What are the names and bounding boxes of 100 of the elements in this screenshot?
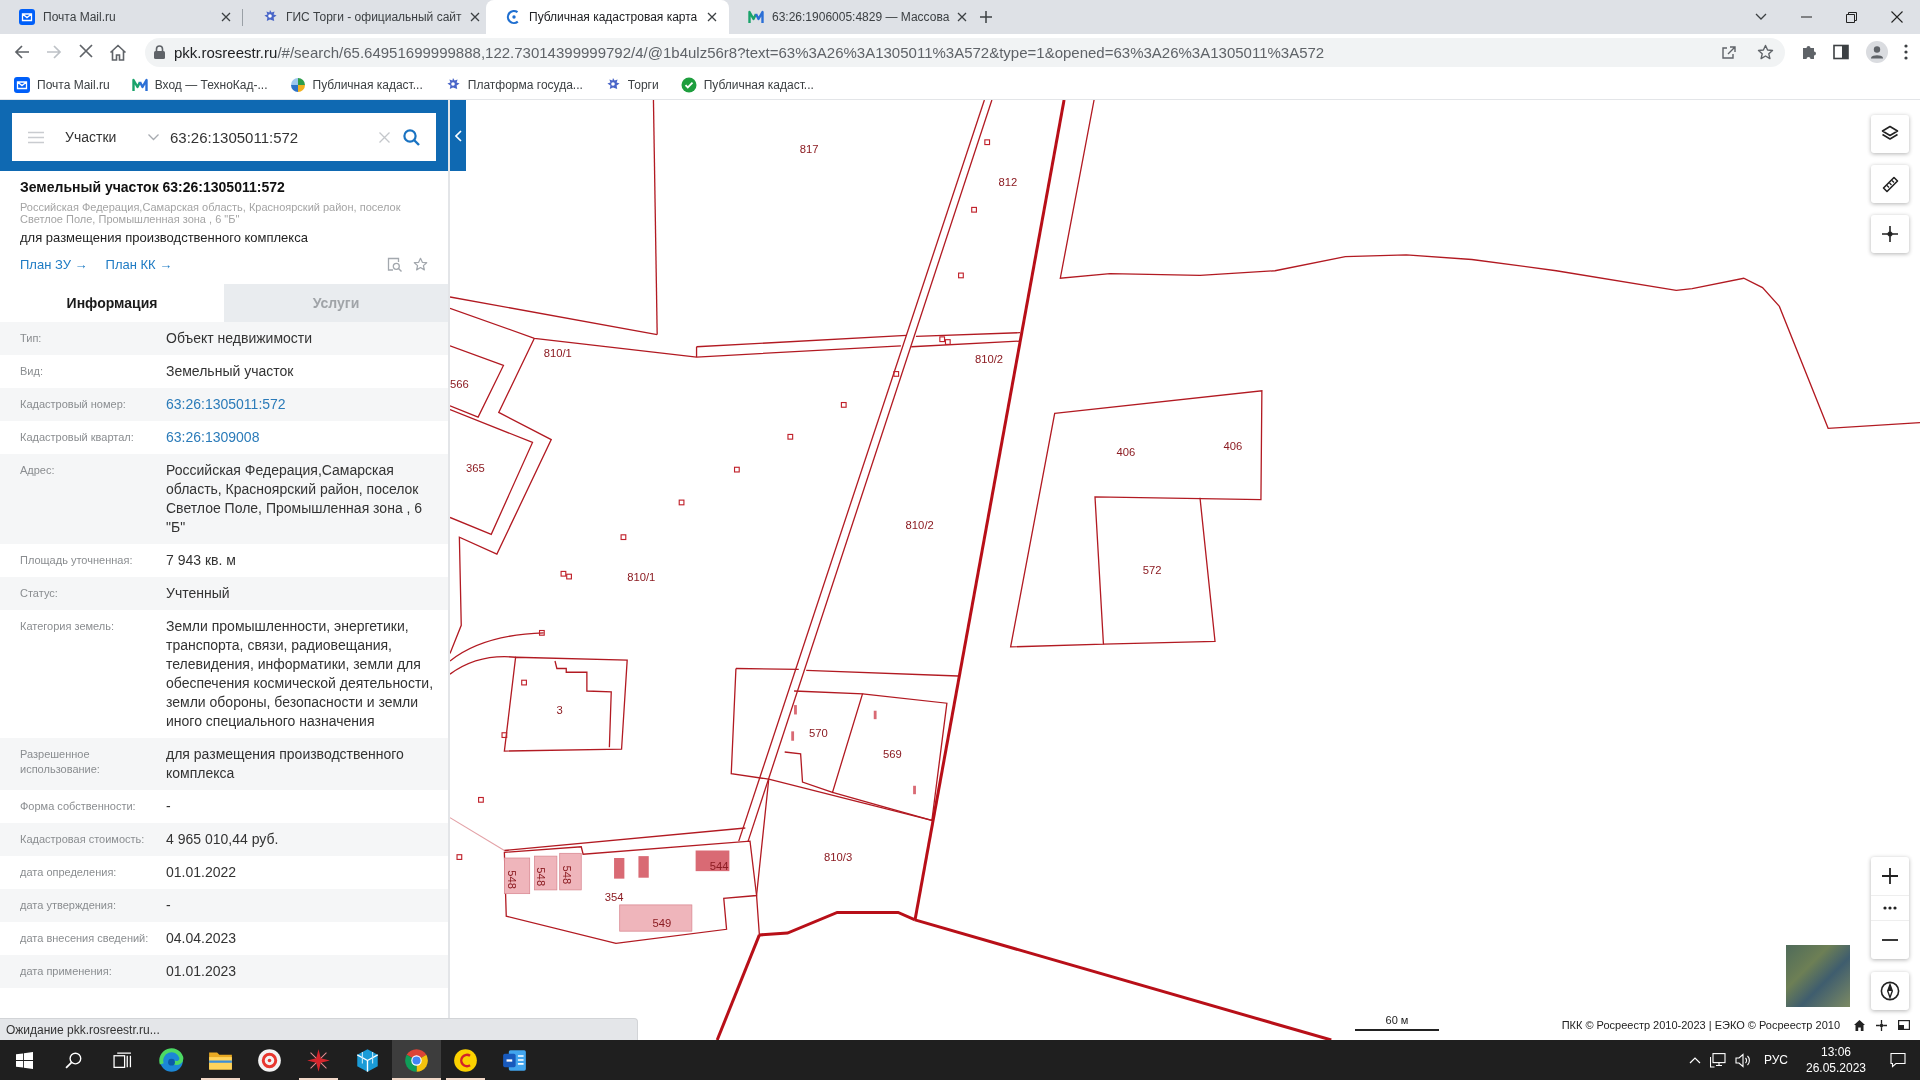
satellite-thumbnail[interactable] (1786, 945, 1850, 1007)
parcel-number: 572 (1142, 563, 1162, 576)
field-value: Учтенный (166, 584, 231, 603)
parcel-number: 569 (883, 747, 902, 760)
parcel-address: Российская Федерация,Самарская область, Красноярский район, поселок Светлое Поле, Промышленная зона , 6 "Б" (20, 201, 402, 225)
close-tab-icon[interactable] (957, 12, 968, 22)
chevron-up-icon[interactable] (1688, 1056, 1701, 1064)
bookmark[interactable]: Платформа госуда... (444, 76, 583, 93)
browser-tab[interactable]: Публичная кадастровая карта (486, 0, 729, 34)
field-value: - (166, 896, 172, 915)
field-value: Земли промышленности, энергетики, транспорта, связи, радиовещания, телевидения, информатики, земли для обеспечения космической деятельности, земли обороны, безопасности и земли иного специального назначения (166, 617, 435, 731)
bookmark[interactable]: Публичная кадаст... (680, 76, 814, 93)
bookmark[interactable]: Почта Mail.ru (14, 76, 110, 93)
field-label: Форма собственности: (20, 799, 137, 814)
browser-tab[interactable]: 63:26:1906005:4829 — Массова (729, 0, 972, 34)
menu-dots-icon[interactable] (1903, 44, 1908, 60)
check-circle-icon (680, 76, 697, 93)
field-label: дата определения: (20, 865, 118, 880)
clock-date[interactable]: 26.05.2023 (1805, 1060, 1867, 1076)
home-icon[interactable] (109, 43, 127, 61)
field-value: 01.01.2022 (166, 863, 238, 882)
close-tab-icon[interactable] (469, 12, 480, 22)
zoom-in-icon (1882, 868, 1898, 884)
tricolor-logo-icon (404, 1047, 429, 1073)
parcel-number: 810/1 (543, 347, 572, 360)
browser-tab[interactable]: ГИС Торги - официальный сайт (243, 0, 486, 34)
bookmark[interactable]: Вход — ТехноКад-... (131, 76, 268, 93)
locate-button[interactable] (1871, 215, 1909, 253)
cadastral-link[interactable]: 63:26:1309008 (166, 428, 260, 447)
swirl-logo-icon (159, 1047, 184, 1073)
scale-label: 60 м (1385, 1014, 1409, 1027)
compass-icon (1880, 981, 1900, 1001)
close-tab-icon[interactable] (221, 12, 231, 22)
parcel-number: 570 (809, 727, 828, 739)
url-text: pkk.rosreestr.ru/#/search/65.64951699999888,122.73014399999792/4/@1b4ulz56r8?text=63%3A26%3A1305011%3A572&type=1&opened=63%3A26%3A1305011%3A572 (174, 43, 1326, 61)
share-icon[interactable] (1721, 44, 1737, 60)
card-icon[interactable] (1898, 1020, 1910, 1030)
field-value: 01.01.2023 (166, 962, 238, 981)
field-value: 04.04.2023 (166, 929, 238, 948)
collapse-panel-button[interactable] (450, 100, 466, 171)
search-icon[interactable] (403, 128, 420, 146)
building-footprint (873, 710, 877, 720)
search-field[interactable]: 63:26:1305011:572 (170, 125, 379, 149)
field-label: Разрешенное использование: (20, 747, 101, 777)
parcel-number: 365 (465, 462, 485, 475)
building-footprint (913, 785, 916, 795)
building-footprint (794, 705, 797, 715)
side-panel-icon[interactable] (1833, 44, 1850, 60)
more-dots-icon (1883, 906, 1897, 910)
attribution-text: ПКК © Росреестр 2010-2023 | ЕЭКО © Росреестр 2010 (1561, 1019, 1840, 1031)
profile-avatar-icon[interactable] (1865, 41, 1888, 63)
back-icon[interactable] (14, 43, 30, 60)
crosshair-icon[interactable] (1876, 1019, 1887, 1031)
star-icon[interactable] (413, 256, 428, 272)
envelope-icon (14, 76, 30, 93)
address-bar[interactable]: pkk.rosreestr.ru/#/search/65.64951699999888,122.73014399999792/4/@1b4ulz56r8?text=63%3A26%3A1305011%3A572&type=1&opened=63%3A26%3A1305011%3A572 (145, 37, 1785, 67)
parcel-purpose: для размещения производственного комплекса (20, 229, 309, 247)
parcel-number: 354 (604, 891, 624, 904)
stop-loading-icon[interactable] (79, 43, 93, 58)
field-label: Кадастровый номер: (20, 397, 127, 412)
chevron-left-icon (454, 129, 462, 142)
parcel-number: 406 (1116, 446, 1136, 459)
bookmark[interactable]: Публичная кадаст... (289, 76, 423, 93)
volume-icon[interactable] (1734, 1052, 1751, 1068)
parcel-title: Земельный участок 63:26:1305011:572 (20, 178, 286, 196)
pie-logo-icon (289, 76, 306, 93)
field-label: Площадь уточненная: (20, 553, 134, 568)
plan-link[interactable]: План КК → (105, 256, 173, 272)
ruler-icon (1881, 175, 1899, 193)
building-footprint (614, 858, 625, 879)
compass-button[interactable] (1871, 972, 1909, 1010)
language-indicator[interactable]: РУС (1763, 1053, 1788, 1067)
parcel-number: 810/3 (824, 850, 853, 863)
home-icon[interactable] (1854, 1019, 1865, 1031)
building-footprint (504, 857, 531, 895)
plan-link[interactable]: План ЗУ → (20, 256, 88, 272)
search-icon (65, 1051, 82, 1069)
field-value: 4 965 010,44 руб. (166, 830, 280, 849)
puzzle-icon[interactable] (1801, 44, 1818, 60)
cube-icon (355, 1047, 380, 1073)
clock-time[interactable]: 13:06 (1821, 1044, 1851, 1060)
new-tab-icon[interactable] (979, 10, 993, 24)
bookmark-star-icon[interactable] (1757, 43, 1774, 61)
field-label: дата внесения сведений: (20, 931, 150, 946)
layers-button[interactable] (1871, 115, 1909, 153)
layer-dropdown[interactable]: Участки (65, 122, 159, 152)
network-icon[interactable] (1709, 1052, 1726, 1068)
bookmark[interactable]: Торги (604, 76, 659, 93)
parcel-number: 544 (709, 860, 729, 873)
field-value: - (166, 797, 172, 816)
close-tab-icon[interactable] (707, 12, 717, 22)
survey-point-icon (787, 433, 794, 440)
field-value: Российская Федерация,Самарская область, Красноярский район, поселок Светлое Поле, Промышленная зона , 6 "Б" (166, 461, 424, 537)
browser-tab[interactable]: Почта Mail.ru (0, 0, 243, 34)
notification-icon[interactable] (1890, 1052, 1906, 1068)
building-footprint (534, 855, 558, 891)
ruler-button[interactable] (1871, 165, 1909, 203)
taskbar-button[interactable] (392, 1040, 441, 1080)
survey-point-icon (521, 679, 527, 686)
cadastral-link[interactable]: 63:26:1305011:572 (166, 395, 286, 414)
